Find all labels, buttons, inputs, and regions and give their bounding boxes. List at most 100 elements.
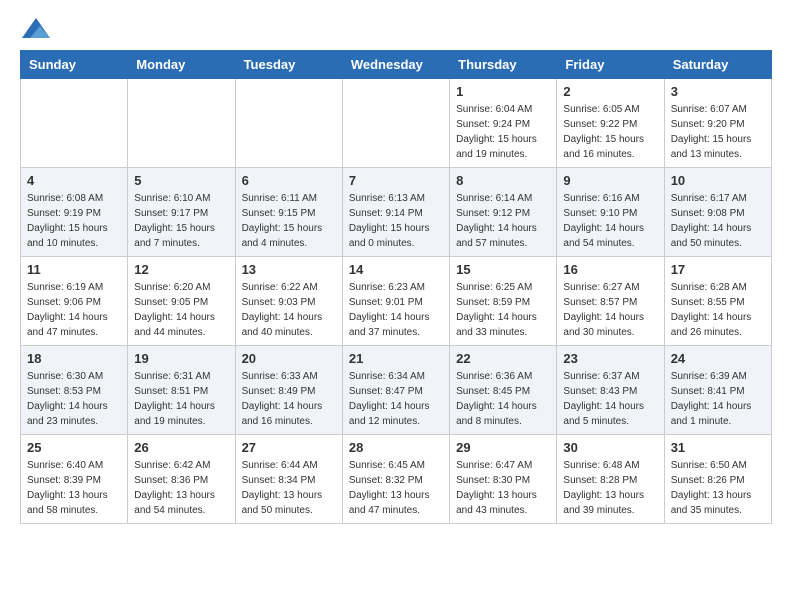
day-info: Sunrise: 6:04 AMSunset: 9:24 PMDaylight:…: [456, 102, 550, 162]
calendar-cell: 22 Sunrise: 6:36 AMSunset: 8:45 PMDayligh…: [450, 346, 557, 435]
day-number: 16: [563, 262, 657, 277]
day-number: 19: [134, 351, 228, 366]
calendar-cell: 7 Sunrise: 6:13 AMSunset: 9:14 PMDaylight…: [342, 168, 449, 257]
day-number: 29: [456, 440, 550, 455]
day-number: 9: [563, 173, 657, 188]
day-info: Sunrise: 6:05 AMSunset: 9:22 PMDaylight:…: [563, 102, 657, 162]
weekday-header: Wednesday: [342, 51, 449, 79]
day-info: Sunrise: 6:42 AMSunset: 8:36 PMDaylight:…: [134, 458, 228, 518]
day-info: Sunrise: 6:14 AMSunset: 9:12 PMDaylight:…: [456, 191, 550, 251]
calendar-cell: [235, 79, 342, 168]
calendar-table: SundayMondayTuesdayWednesdayThursdayFrid…: [20, 50, 772, 524]
calendar-cell: [128, 79, 235, 168]
calendar-cell: 1 Sunrise: 6:04 AMSunset: 9:24 PMDaylight…: [450, 79, 557, 168]
day-number: 20: [242, 351, 336, 366]
calendar-cell: 25 Sunrise: 6:40 AMSunset: 8:39 PMDayligh…: [21, 435, 128, 524]
page-header: [20, 20, 772, 40]
day-info: Sunrise: 6:10 AMSunset: 9:17 PMDaylight:…: [134, 191, 228, 251]
day-number: 21: [349, 351, 443, 366]
day-info: Sunrise: 6:31 AMSunset: 8:51 PMDaylight:…: [134, 369, 228, 429]
calendar-week-row: 11 Sunrise: 6:19 AMSunset: 9:06 PMDayligh…: [21, 257, 772, 346]
calendar-cell: 23 Sunrise: 6:37 AMSunset: 8:43 PMDayligh…: [557, 346, 664, 435]
day-number: 15: [456, 262, 550, 277]
weekday-header: Tuesday: [235, 51, 342, 79]
calendar-cell: 11 Sunrise: 6:19 AMSunset: 9:06 PMDayligh…: [21, 257, 128, 346]
day-info: Sunrise: 6:48 AMSunset: 8:28 PMDaylight:…: [563, 458, 657, 518]
day-info: Sunrise: 6:47 AMSunset: 8:30 PMDaylight:…: [456, 458, 550, 518]
calendar-cell: 13 Sunrise: 6:22 AMSunset: 9:03 PMDayligh…: [235, 257, 342, 346]
day-number: 7: [349, 173, 443, 188]
day-info: Sunrise: 6:19 AMSunset: 9:06 PMDaylight:…: [27, 280, 121, 340]
calendar-cell: 2 Sunrise: 6:05 AMSunset: 9:22 PMDaylight…: [557, 79, 664, 168]
day-info: Sunrise: 6:13 AMSunset: 9:14 PMDaylight:…: [349, 191, 443, 251]
calendar-cell: 4 Sunrise: 6:08 AMSunset: 9:19 PMDaylight…: [21, 168, 128, 257]
calendar-cell: 28 Sunrise: 6:45 AMSunset: 8:32 PMDayligh…: [342, 435, 449, 524]
day-info: Sunrise: 6:22 AMSunset: 9:03 PMDaylight:…: [242, 280, 336, 340]
day-info: Sunrise: 6:16 AMSunset: 9:10 PMDaylight:…: [563, 191, 657, 251]
calendar-cell: 16 Sunrise: 6:27 AMSunset: 8:57 PMDayligh…: [557, 257, 664, 346]
calendar-cell: 12Sunrise: 6:20 AMSunset: 9:05 PMDayligh…: [128, 257, 235, 346]
weekday-header: Thursday: [450, 51, 557, 79]
day-number: 1: [456, 84, 550, 99]
calendar-cell: 18Sunrise: 6:30 AMSunset: 8:53 PMDayligh…: [21, 346, 128, 435]
day-info: Sunrise: 6:44 AMSunset: 8:34 PMDaylight:…: [242, 458, 336, 518]
day-number: 12: [134, 262, 228, 277]
day-number: 22: [456, 351, 550, 366]
day-number: 2: [563, 84, 657, 99]
calendar-cell: 19 Sunrise: 6:31 AMSunset: 8:51 PMDayligh…: [128, 346, 235, 435]
day-info: Sunrise: 6:11 AMSunset: 9:15 PMDaylight:…: [242, 191, 336, 251]
day-info: Sunrise: 6:36 AMSunset: 8:45 PMDaylight:…: [456, 369, 550, 429]
day-info: Sunrise: 6:39 AMSunset: 8:41 PMDaylight:…: [671, 369, 765, 429]
day-number: 26: [134, 440, 228, 455]
day-number: 23: [563, 351, 657, 366]
day-info: Sunrise: 6:08 AMSunset: 9:19 PMDaylight:…: [27, 191, 121, 251]
day-info: Sunrise: 6:30 AMSunset: 8:53 PMDaylight:…: [27, 369, 121, 429]
day-number: 4: [27, 173, 121, 188]
day-number: 27: [242, 440, 336, 455]
day-number: 13: [242, 262, 336, 277]
day-info: Sunrise: 6:40 AMSunset: 8:39 PMDaylight:…: [27, 458, 121, 518]
day-info: Sunrise: 6:37 AMSunset: 8:43 PMDaylight:…: [563, 369, 657, 429]
calendar-header-row: SundayMondayTuesdayWednesdayThursdayFrid…: [21, 51, 772, 79]
day-info: Sunrise: 6:27 AMSunset: 8:57 PMDaylight:…: [563, 280, 657, 340]
logo: [20, 20, 50, 40]
day-number: 5: [134, 173, 228, 188]
calendar-cell: [21, 79, 128, 168]
calendar-cell: 6 Sunrise: 6:11 AMSunset: 9:15 PMDaylight…: [235, 168, 342, 257]
calendar-week-row: 25 Sunrise: 6:40 AMSunset: 8:39 PMDayligh…: [21, 435, 772, 524]
calendar-week-row: 1 Sunrise: 6:04 AMSunset: 9:24 PMDaylight…: [21, 79, 772, 168]
day-number: 28: [349, 440, 443, 455]
day-info: Sunrise: 6:17 AMSunset: 9:08 PMDaylight:…: [671, 191, 765, 251]
day-number: 17: [671, 262, 765, 277]
calendar-cell: 8 Sunrise: 6:14 AMSunset: 9:12 PMDaylight…: [450, 168, 557, 257]
day-number: 25: [27, 440, 121, 455]
day-info: Sunrise: 6:33 AMSunset: 8:49 PMDaylight:…: [242, 369, 336, 429]
day-info: Sunrise: 6:34 AMSunset: 8:47 PMDaylight:…: [349, 369, 443, 429]
calendar-cell: 10Sunrise: 6:17 AMSunset: 9:08 PMDayligh…: [664, 168, 771, 257]
day-number: 8: [456, 173, 550, 188]
calendar-cell: 27 Sunrise: 6:44 AMSunset: 8:34 PMDayligh…: [235, 435, 342, 524]
day-info: Sunrise: 6:28 AMSunset: 8:55 PMDaylight:…: [671, 280, 765, 340]
weekday-header: Friday: [557, 51, 664, 79]
calendar-cell: 24 Sunrise: 6:39 AMSunset: 8:41 PMDayligh…: [664, 346, 771, 435]
weekday-header: Monday: [128, 51, 235, 79]
calendar-cell: 14 Sunrise: 6:23 AMSunset: 9:01 PMDayligh…: [342, 257, 449, 346]
weekday-header: Saturday: [664, 51, 771, 79]
day-info: Sunrise: 6:45 AMSunset: 8:32 PMDaylight:…: [349, 458, 443, 518]
day-info: Sunrise: 6:07 AMSunset: 9:20 PMDaylight:…: [671, 102, 765, 162]
calendar-cell: 9 Sunrise: 6:16 AMSunset: 9:10 PMDaylight…: [557, 168, 664, 257]
day-number: 11: [27, 262, 121, 277]
calendar-cell: 26 Sunrise: 6:42 AMSunset: 8:36 PMDayligh…: [128, 435, 235, 524]
day-number: 30: [563, 440, 657, 455]
day-number: 6: [242, 173, 336, 188]
calendar-cell: 15Sunrise: 6:25 AMSunset: 8:59 PMDayligh…: [450, 257, 557, 346]
calendar-cell: [342, 79, 449, 168]
calendar-week-row: 4 Sunrise: 6:08 AMSunset: 9:19 PMDaylight…: [21, 168, 772, 257]
calendar-cell: 3 Sunrise: 6:07 AMSunset: 9:20 PMDaylight…: [664, 79, 771, 168]
day-number: 14: [349, 262, 443, 277]
calendar-week-row: 18Sunrise: 6:30 AMSunset: 8:53 PMDayligh…: [21, 346, 772, 435]
day-info: Sunrise: 6:23 AMSunset: 9:01 PMDaylight:…: [349, 280, 443, 340]
day-number: 3: [671, 84, 765, 99]
day-number: 24: [671, 351, 765, 366]
weekday-header: Sunday: [21, 51, 128, 79]
